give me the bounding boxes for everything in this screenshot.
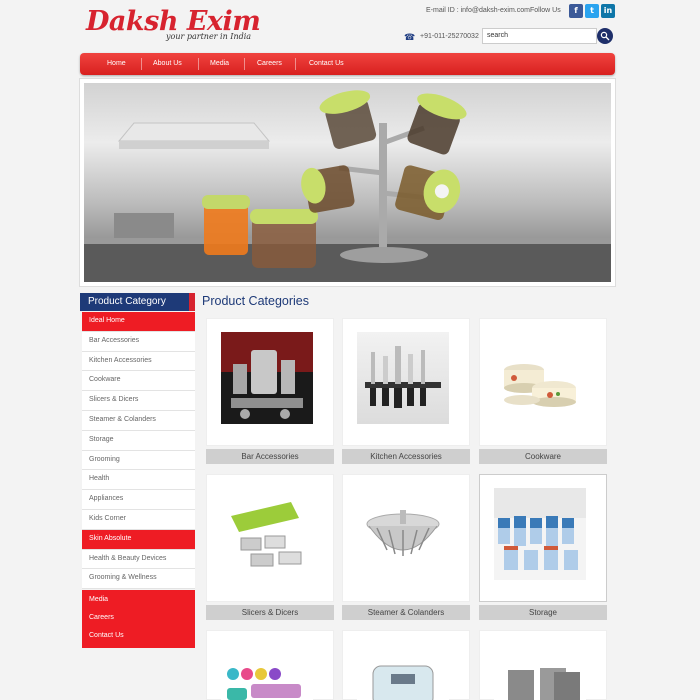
sidebar-item-cookware[interactable]: Cookware xyxy=(82,371,195,392)
sidebar-item-slicers-dicers[interactable]: Slicers & Dicers xyxy=(82,391,195,411)
category-card-bar-accessories[interactable] xyxy=(206,318,334,446)
sidebar-item-grooming-wellness[interactable]: Grooming & Wellness xyxy=(82,569,195,590)
nav-media[interactable]: Media xyxy=(210,60,229,67)
linkedin-icon[interactable]: in xyxy=(601,4,615,18)
sidebar-item-health[interactable]: Health xyxy=(82,470,195,491)
sidebar-bottom-links: Media Careers Contact Us xyxy=(82,590,195,649)
product-image-cookware xyxy=(494,332,586,424)
nav-home[interactable]: Home xyxy=(107,60,126,67)
sidebar-item-ideal-home[interactable]: Ideal Home xyxy=(82,312,195,332)
facebook-icon[interactable]: f xyxy=(569,4,583,18)
sidebar-link-contact-us[interactable]: Contact Us xyxy=(82,628,195,646)
sidebar-link-careers[interactable]: Careers xyxy=(82,610,195,628)
sidebar-item-kids-corner[interactable]: Kids Corner xyxy=(82,509,195,530)
sidebar-item-appliances[interactable]: Appliances xyxy=(82,490,195,510)
category-card-cookware[interactable] xyxy=(479,318,607,446)
search-input[interactable]: search xyxy=(482,28,597,44)
category-sidebar: Product Category Ideal Home Bar Accessor… xyxy=(80,293,195,649)
sidebar-item-kitchen-accessories[interactable]: Kitchen Accessories xyxy=(82,351,195,372)
hero-banner[interactable] xyxy=(79,78,616,287)
product-image-steamer-colanders xyxy=(357,488,449,580)
card-label-cookware[interactable]: Cookware xyxy=(479,449,607,464)
sidebar-heading: Product Category xyxy=(80,293,195,311)
sidebar-link-media[interactable]: Media xyxy=(82,592,195,610)
card-label-bar-accessories[interactable]: Bar Accessories xyxy=(206,449,334,464)
sidebar-item-skin-absolute[interactable]: Skin Absolute xyxy=(82,529,195,550)
sidebar-item-storage[interactable]: Storage xyxy=(82,430,195,451)
phone-icon: ☎ xyxy=(404,32,416,42)
nav-careers[interactable]: Careers xyxy=(257,60,282,67)
card-label-steamer-colanders[interactable]: Steamer & Colanders xyxy=(342,605,470,620)
card-label-storage[interactable]: Storage xyxy=(479,605,607,620)
product-image-health xyxy=(357,644,449,700)
email-info[interactable]: E-mail ID : info@daksh-exim.com xyxy=(426,7,530,14)
category-card-health[interactable] xyxy=(342,630,470,700)
card-label-slicers-dicers[interactable]: Slicers & Dicers xyxy=(206,605,334,620)
category-card-steamer-colanders[interactable] xyxy=(342,474,470,602)
banner-image xyxy=(84,83,611,282)
product-image-bar-accessories xyxy=(221,332,313,424)
sidebar-item-bar-accessories[interactable]: Bar Accessories xyxy=(82,331,195,352)
product-image-storage xyxy=(494,488,586,580)
site-logo[interactable]: Daksh Exim your partner in India xyxy=(86,6,261,42)
product-image-appliances xyxy=(494,644,586,700)
category-card-storage[interactable] xyxy=(479,474,607,602)
phone-number: +91-011-25270032 xyxy=(420,33,479,40)
main-nav: Home About Us Media Careers Contact Us xyxy=(80,53,615,75)
category-card-slicers-dicers[interactable] xyxy=(206,474,334,602)
sidebar-item-grooming[interactable]: Grooming xyxy=(82,450,195,471)
category-card-appliances[interactable] xyxy=(479,630,607,700)
twitter-icon[interactable]: t xyxy=(585,4,599,18)
logo-tagline: your partner in India xyxy=(166,32,252,41)
sidebar-item-steamer-colanders[interactable]: Steamer & Colanders xyxy=(82,410,195,431)
category-card-kitchen-accessories[interactable] xyxy=(342,318,470,446)
search-icon xyxy=(600,31,610,41)
page-title: Product Categories xyxy=(202,294,310,308)
product-image-grooming xyxy=(221,644,313,700)
search-button[interactable] xyxy=(597,28,613,44)
nav-about-us[interactable]: About Us xyxy=(153,60,182,67)
sidebar-item-health-beauty-devices[interactable]: Health & Beauty Devices xyxy=(82,549,195,570)
product-image-kitchen-accessories xyxy=(357,332,449,424)
nav-contact-us[interactable]: Contact Us xyxy=(309,60,344,67)
card-label-kitchen-accessories[interactable]: Kitchen Accessories xyxy=(342,449,470,464)
follow-us-label: Follow Us xyxy=(530,7,561,14)
category-card-grooming[interactable] xyxy=(206,630,334,700)
product-image-slicers-dicers xyxy=(221,488,313,580)
